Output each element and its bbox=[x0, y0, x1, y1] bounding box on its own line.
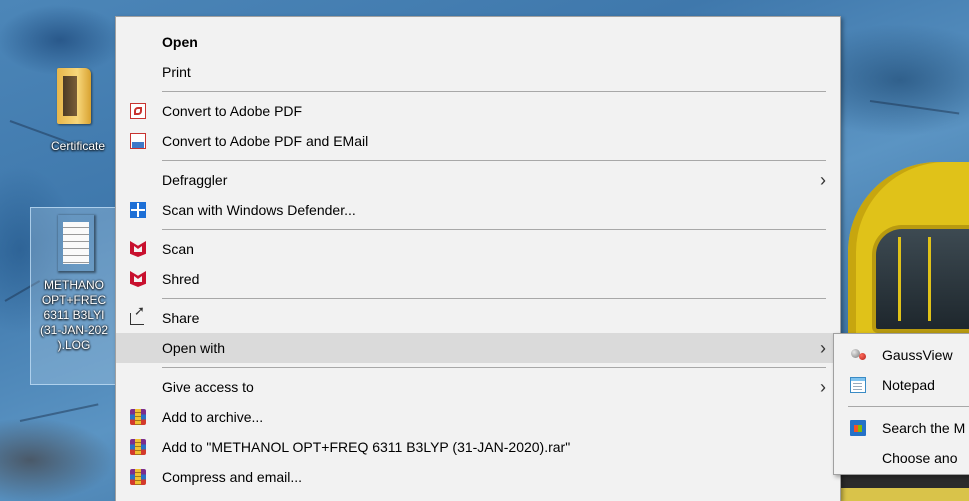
submenu-item-search-store[interactable]: Search the M bbox=[834, 413, 969, 443]
menu-item-add-to-rar[interactable]: Add to "METHANOL OPT+FREQ 6311 B3LYP (31… bbox=[116, 432, 840, 462]
wallpaper-car-window bbox=[872, 225, 969, 333]
folder-icon bbox=[57, 68, 91, 124]
menu-item-label: GaussView bbox=[882, 347, 953, 363]
chevron-right-icon: › bbox=[820, 170, 826, 190]
menu-item-print[interactable]: Print bbox=[116, 57, 840, 87]
desktop-icon-methanol-log[interactable]: METHANO OPT+FREC 6311 B3LYI (31-JAN-202 … bbox=[30, 207, 118, 385]
menu-item-label: Shred bbox=[162, 271, 200, 287]
menu-item-scan-windows-defender[interactable]: Scan with Windows Defender... bbox=[116, 195, 840, 225]
winrar-icon bbox=[130, 469, 146, 485]
mcafee-icon bbox=[130, 241, 146, 257]
menu-item-give-access-to[interactable]: Give access to › bbox=[116, 372, 840, 402]
context-menu: Open Print Convert to Adobe PDF Convert … bbox=[115, 16, 841, 501]
menu-item-add-to-archive[interactable]: Add to archive... bbox=[116, 402, 840, 432]
menu-item-scan[interactable]: Scan bbox=[116, 234, 840, 264]
menu-item-label: Convert to Adobe PDF bbox=[162, 103, 303, 119]
menu-item-label: Add to archive... bbox=[162, 409, 264, 425]
menu-item-convert-to-adobe-pdf-email[interactable]: Convert to Adobe PDF and EMail bbox=[116, 126, 840, 156]
notepad-icon bbox=[850, 377, 866, 393]
mcafee-icon bbox=[130, 271, 146, 287]
gaussview-icon bbox=[850, 347, 866, 363]
menu-item-label: Compress and email... bbox=[162, 469, 303, 485]
adobe-pdf-icon bbox=[130, 103, 146, 119]
menu-item-convert-to-adobe-pdf[interactable]: Convert to Adobe PDF bbox=[116, 96, 840, 126]
desktop-icon-label: Certificate bbox=[50, 139, 106, 153]
wallpaper-car-bumper bbox=[836, 488, 969, 501]
menu-item-compress-and-email[interactable]: Compress and email... bbox=[116, 462, 840, 492]
menu-item-label: Defraggler bbox=[162, 172, 228, 188]
menu-item-label: Open bbox=[162, 34, 198, 50]
chevron-right-icon: › bbox=[820, 338, 826, 358]
menu-item-label: Search the M bbox=[882, 420, 966, 436]
adobe-pdf-email-icon bbox=[130, 133, 146, 149]
menu-item-share[interactable]: Share bbox=[116, 303, 840, 333]
submenu-item-notepad[interactable]: Notepad bbox=[834, 370, 969, 400]
share-icon bbox=[130, 304, 145, 325]
menu-item-label: Add to "METHANOL OPT+FREQ 6311 B3LYP (31… bbox=[162, 439, 571, 455]
menu-item-label: Print bbox=[162, 64, 191, 80]
menu-item-defraggler[interactable]: Defraggler › bbox=[116, 165, 840, 195]
menu-item-label: Scan with Windows Defender... bbox=[162, 202, 356, 218]
menu-item-label: Convert to Adobe PDF and EMail bbox=[162, 133, 369, 149]
desktop-icon-certificate[interactable]: Certificate bbox=[30, 68, 120, 154]
desktop-icon-label: METHANO OPT+FREC 6311 B3LYI (31-JAN-202 … bbox=[39, 278, 109, 352]
text-document-icon bbox=[57, 214, 95, 272]
submenu-item-gaussview[interactable]: GaussView bbox=[834, 340, 969, 370]
menu-item-shred[interactable]: Shred bbox=[116, 264, 840, 294]
menu-item-label: Choose ano bbox=[882, 450, 958, 466]
winrar-icon bbox=[130, 409, 146, 425]
windows-defender-icon bbox=[130, 202, 146, 218]
menu-item-label: Give access to bbox=[162, 379, 254, 395]
menu-item-open-with[interactable]: Open with › bbox=[116, 333, 840, 363]
submenu-item-choose-another-app[interactable]: Choose ano bbox=[834, 443, 969, 473]
menu-item-open[interactable]: Open bbox=[116, 27, 840, 57]
menu-item-label: Scan bbox=[162, 241, 194, 257]
winrar-icon bbox=[130, 439, 146, 455]
menu-item-label: Notepad bbox=[882, 377, 935, 393]
open-with-submenu: GaussView Notepad Search the M Choose an… bbox=[833, 333, 969, 475]
menu-item-label: Open with bbox=[162, 340, 226, 356]
menu-item-label: Share bbox=[162, 310, 200, 326]
chevron-right-icon: › bbox=[820, 377, 826, 397]
microsoft-store-icon bbox=[850, 420, 866, 436]
